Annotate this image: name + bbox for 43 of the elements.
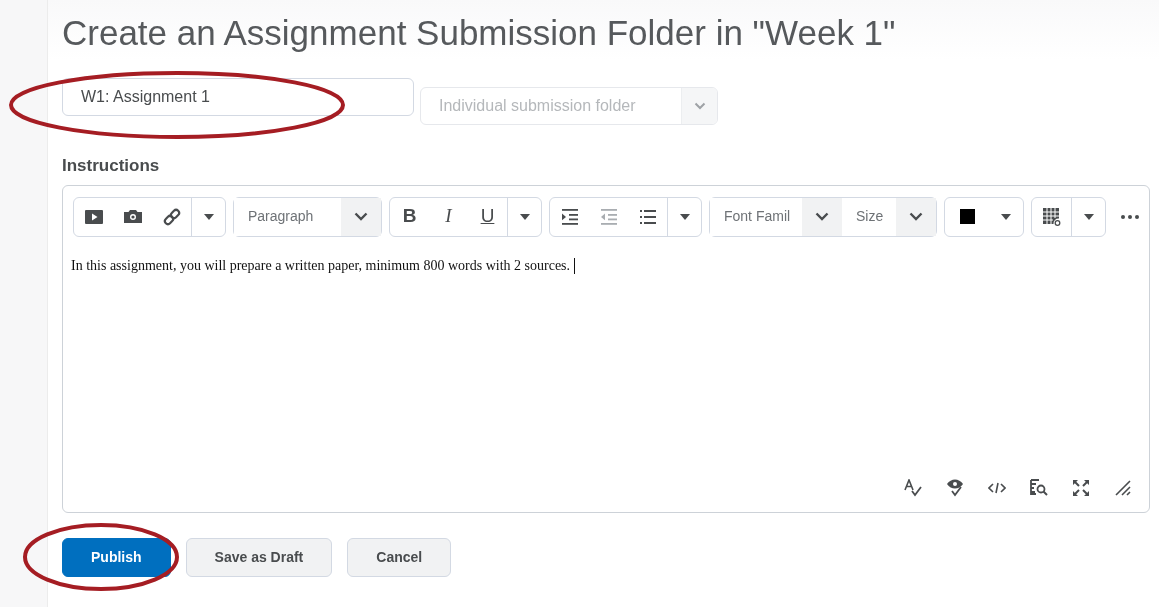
eye-check-icon xyxy=(946,478,964,497)
font-family-dropdown-button[interactable] xyxy=(802,197,842,236)
list-icon xyxy=(639,208,656,225)
text-cursor xyxy=(574,258,576,275)
indent-icon xyxy=(561,208,578,225)
preview-button[interactable] xyxy=(1029,477,1049,498)
chevron-icon xyxy=(909,212,923,221)
action-button[interactable]: Cancel xyxy=(347,537,452,577)
folder-type-select: Individual submission folder xyxy=(420,87,718,125)
italic-button[interactable]: I xyxy=(429,197,468,236)
bold-button[interactable]: B xyxy=(390,197,429,236)
action-button[interactable]: Publish xyxy=(62,537,171,577)
font-size-dropdown-button[interactable] xyxy=(896,197,936,236)
chevron-icon xyxy=(693,102,706,110)
resize-grip-icon xyxy=(1114,478,1132,497)
page-title: Create an Assignment Submission Folder in "Week 1" xyxy=(62,12,897,54)
color-swatch-icon xyxy=(959,209,975,224)
resize-handle[interactable] xyxy=(1113,477,1133,498)
name-input-field[interactable]: W1: Assignment 1 xyxy=(62,78,414,116)
chevron-icon xyxy=(815,212,829,221)
spellcheck-icon xyxy=(904,478,922,497)
chevron-icon xyxy=(354,212,368,221)
accessibility-check-button[interactable] xyxy=(945,477,965,498)
underline-button[interactable]: U xyxy=(468,197,507,236)
action-button[interactable]: Save as Draft xyxy=(185,537,333,577)
caret-icon xyxy=(1000,212,1012,221)
fullscreen-button[interactable] xyxy=(1071,477,1091,498)
expand-icon xyxy=(1072,478,1090,497)
table-icon xyxy=(1042,207,1061,226)
link-icon xyxy=(162,207,181,226)
camera-icon xyxy=(123,210,142,223)
paragraph-dropdown-button[interactable] xyxy=(341,197,381,236)
document-search-icon xyxy=(1030,478,1048,497)
spellcheck-button[interactable] xyxy=(903,477,923,498)
editor-text[interactable]: In this assignment, you will prepare a written paper, minimum 800 words with 2 sources. xyxy=(71,257,571,273)
caret-icon xyxy=(518,212,531,221)
caret-icon xyxy=(202,212,215,221)
ellipsis-icon xyxy=(1120,214,1139,219)
caret-icon xyxy=(1082,212,1095,221)
outdent-icon xyxy=(600,208,617,225)
caret-icon xyxy=(678,212,691,221)
instructions-label: Instructions xyxy=(62,155,161,177)
play-icon xyxy=(84,209,103,224)
